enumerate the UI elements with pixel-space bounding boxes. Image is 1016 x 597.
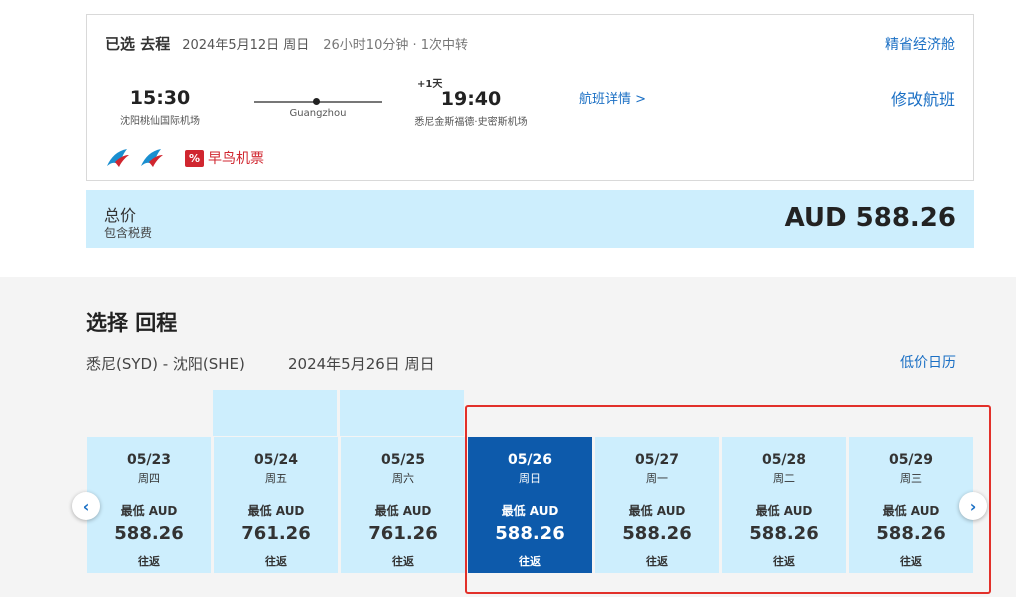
departure-time: 15:30 (129, 87, 191, 109)
stopover-city: Guangzhou (289, 108, 347, 119)
date-option-selected[interactable]: 05/26 周日 最低 AUD 588.26 往返 (468, 437, 592, 573)
arrival-info: 19:40 悉尼金斯福德·史密斯机场 (407, 75, 535, 128)
chevron-right-icon: › (969, 496, 977, 516)
date-option[interactable]: 05/28 周二 最低 AUD 588.26 往返 (722, 437, 846, 573)
date-option-low-label: 最低 AUD (628, 504, 686, 518)
outbound-section: 已选 去程 2024年5月12日 周日 26小时10分钟 · 1次中转 精省经济… (0, 0, 1016, 277)
date-option-price: 588.26 (622, 523, 692, 544)
selected-outbound-label: 已选 去程 (105, 35, 171, 53)
total-label: 总价 (104, 206, 137, 225)
chevron-left-icon: ‹ (82, 496, 90, 516)
date-option-weekday: 周三 (900, 472, 922, 485)
date-option-price: 588.26 (114, 523, 184, 544)
date-option-low-label: 最低 AUD (755, 504, 813, 518)
date-option[interactable]: 05/25 周六 最低 AUD 761.26 往返 (341, 437, 465, 573)
date-option-price: 761.26 (241, 523, 311, 544)
date-option-date: 05/28 (761, 452, 807, 468)
date-tab-spacer (340, 390, 464, 436)
flight-details-link[interactable]: 航班详情 > (579, 88, 646, 107)
date-option-roundtrip: 往返 (265, 555, 287, 568)
date-option[interactable]: 05/27 周一 最低 AUD 588.26 往返 (595, 437, 719, 573)
early-bird-tag: % 早鸟机票 (185, 148, 264, 168)
date-option-low-label: 最低 AUD (247, 504, 305, 518)
departure-info: 15:30 沈阳桃仙国际机场 (105, 87, 215, 127)
date-option[interactable]: 05/24 周五 最低 AUD 761.26 往返 (214, 437, 338, 573)
arrival-airport: 悉尼金斯福德·史密斯机场 (414, 117, 528, 128)
departure-airport: 沈阳桃仙国际机场 (120, 116, 200, 127)
date-option-price: 761.26 (368, 523, 438, 544)
date-option-price: 588.26 (749, 523, 819, 544)
route-bar (254, 98, 382, 105)
china-southern-logo-icon (141, 149, 163, 167)
date-option[interactable]: 05/23 周四 最低 AUD 588.26 往返 (87, 437, 211, 573)
date-option-roundtrip: 往返 (519, 555, 541, 568)
date-option-low-label: 最低 AUD (374, 504, 432, 518)
date-option-price: 588.26 (876, 523, 946, 544)
arrival-time: 19:40 (440, 88, 502, 110)
date-option-roundtrip: 往返 (646, 555, 668, 568)
early-bird-label: 早鸟机票 (208, 151, 264, 167)
date-option-date: 05/27 (634, 452, 680, 468)
return-section: 选择 回程 悉尼(SYD) - 沈阳(SHE) 2024年5月26日 周日 低价… (0, 277, 1016, 597)
return-route: 悉尼(SYD) - 沈阳(SHE) (86, 355, 245, 373)
date-option-weekday: 周六 (392, 472, 414, 485)
date-option-roundtrip: 往返 (900, 555, 922, 568)
modify-flight-link[interactable]: 修改航班 (891, 86, 955, 110)
outbound-duration: 26小时10分钟 · 1次中转 (323, 38, 469, 53)
route-line: Guangzhou (254, 98, 382, 119)
date-option-roundtrip: 往返 (392, 555, 414, 568)
date-tab-spacer (213, 390, 337, 436)
discount-icon: % (185, 149, 204, 167)
outbound-date: 2024年5月12日 周日 (182, 38, 310, 53)
date-option-date: 05/26 (507, 452, 553, 468)
date-option[interactable]: 05/29 周三 最低 AUD 588.26 往返 (849, 437, 973, 573)
date-option-roundtrip: 往返 (138, 555, 160, 568)
total-price: AUD 588.26 (784, 203, 956, 233)
date-option-date: 05/29 (888, 452, 934, 468)
date-option-roundtrip: 往返 (773, 555, 795, 568)
date-option-weekday: 周二 (773, 472, 795, 485)
date-option-weekday: 周一 (646, 472, 668, 485)
date-option-weekday: 周日 (519, 472, 541, 485)
date-option-low-label: 最低 AUD (882, 504, 940, 518)
date-option-weekday: 周五 (265, 472, 287, 485)
date-option-date: 05/24 (253, 452, 299, 468)
next-dates-button[interactable]: › (959, 492, 987, 520)
date-option-price: 588.26 (495, 523, 565, 544)
china-southern-logo-icon (107, 149, 129, 167)
date-option-low-label: 最低 AUD (501, 504, 559, 518)
return-title: 选择 回程 (86, 311, 178, 335)
low-price-calendar-link[interactable]: 低价日历 (900, 352, 956, 372)
cabin-class[interactable]: 精省经济舱 (885, 34, 955, 54)
outbound-header: 已选 去程 2024年5月12日 周日 26小时10分钟 · 1次中转 (105, 33, 468, 54)
stopover-dot (313, 98, 320, 105)
date-option-low-label: 最低 AUD (120, 504, 178, 518)
date-option-date: 05/23 (126, 452, 172, 468)
total-price-bar: 总价 包含税费 AUD 588.26 (86, 190, 974, 248)
prev-dates-button[interactable]: ‹ (72, 492, 100, 520)
date-option-date: 05/25 (380, 452, 426, 468)
outbound-flight-card: 已选 去程 2024年5月12日 周日 26小时10分钟 · 1次中转 精省经济… (86, 14, 974, 181)
airline-logos: % 早鸟机票 (105, 147, 264, 169)
tax-included-label: 包含税费 (104, 226, 153, 240)
return-date: 2024年5月26日 周日 (288, 355, 435, 373)
date-option-weekday: 周四 (138, 472, 160, 485)
